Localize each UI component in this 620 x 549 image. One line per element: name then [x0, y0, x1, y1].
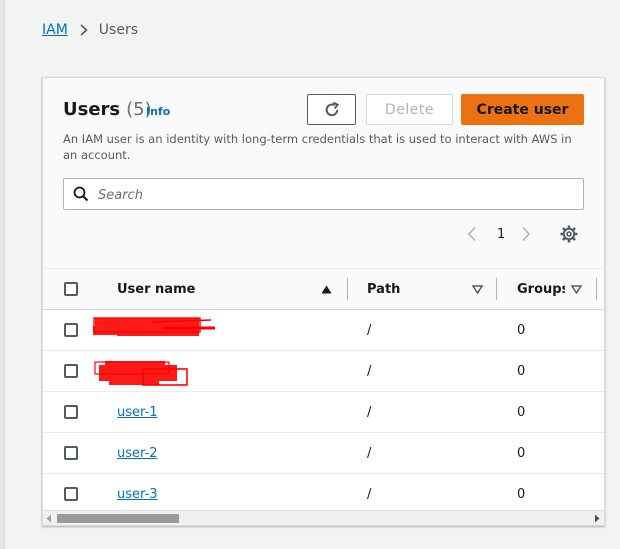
- chevron-right-icon: [522, 226, 531, 242]
- previous-page-button[interactable]: [467, 223, 477, 245]
- page-title-text: Users: [63, 99, 121, 120]
- groups-cell: 0: [517, 404, 526, 420]
- column-divider[interactable]: [347, 278, 348, 300]
- groups-cell: 0: [517, 363, 526, 379]
- sort-ascending-icon[interactable]: [321, 285, 332, 294]
- column-header-path[interactable]: Path: [367, 269, 400, 309]
- breadcrumb: IAM Users: [42, 22, 138, 38]
- next-page-button[interactable]: [521, 223, 531, 245]
- panel-description: An IAM user is an identity with long-ter…: [63, 132, 572, 162]
- sort-caret-down-icon[interactable]: [571, 285, 582, 294]
- delete-button[interactable]: Delete: [366, 94, 453, 125]
- table-body: / 0 / 0 user-1 / 0 user-2 / 0 user-3 / 0: [43, 310, 604, 515]
- panel-header: Users (5) Info Delete Create user An IAM …: [43, 78, 604, 268]
- select-all-checkbox[interactable]: [64, 282, 78, 296]
- user-name-link[interactable]: user-2: [117, 446, 158, 461]
- row-checkbox[interactable]: [64, 364, 78, 378]
- page-title: Users (5): [63, 99, 152, 120]
- users-panel: Users (5) Info Delete Create user An IAM …: [42, 77, 605, 526]
- path-cell: /: [367, 486, 372, 502]
- column-header-groups[interactable]: Groups: [517, 269, 565, 309]
- table-row[interactable]: user-3 / 0: [43, 474, 604, 515]
- chevron-left-icon: [467, 226, 476, 242]
- column-header-path-label: Path: [367, 281, 401, 297]
- groups-cell: 0: [517, 486, 526, 502]
- table-row[interactable]: user-1 / 0: [43, 392, 604, 433]
- user-name-link[interactable]: user-3: [117, 487, 158, 502]
- column-divider[interactable]: [496, 278, 497, 300]
- row-checkbox[interactable]: [64, 405, 78, 419]
- search-box[interactable]: [63, 178, 584, 210]
- groups-cell: 0: [517, 322, 526, 338]
- path-cell: /: [367, 322, 372, 338]
- table-row[interactable]: / 0: [43, 310, 604, 351]
- path-cell: /: [367, 445, 372, 461]
- search-icon: [73, 186, 89, 202]
- redacted-user-name: [93, 317, 215, 336]
- row-checkbox[interactable]: [64, 487, 78, 501]
- scrollbar-thumb[interactable]: [57, 514, 179, 523]
- left-edge-strip: [0, 0, 5, 549]
- table-header: User name Path Groups: [43, 268, 604, 310]
- table-row[interactable]: / 0: [43, 351, 604, 392]
- column-header-user-name-label: User name: [117, 281, 196, 297]
- create-user-button[interactable]: Create user: [461, 94, 584, 125]
- path-cell: /: [367, 404, 372, 420]
- row-checkbox[interactable]: [64, 446, 78, 460]
- users-table: User name Path Groups / 0 / 0 user-1 / 0…: [43, 268, 604, 515]
- current-page-number[interactable]: 1: [497, 223, 505, 245]
- redacted-user-name: [94, 361, 188, 386]
- breadcrumb-iam-link[interactable]: IAM: [42, 22, 68, 38]
- column-divider[interactable]: [596, 278, 597, 300]
- sort-caret-down-icon[interactable]: [472, 285, 483, 294]
- groups-cell: 0: [517, 445, 526, 461]
- horizontal-scrollbar[interactable]: [43, 510, 604, 525]
- search-input[interactable]: [96, 183, 580, 207]
- info-link[interactable]: Info: [146, 105, 170, 118]
- table-row[interactable]: user-2 / 0: [43, 433, 604, 474]
- column-header-groups-label: Groups: [517, 281, 565, 297]
- refresh-button[interactable]: [307, 94, 356, 125]
- refresh-icon: [325, 101, 339, 116]
- chevron-right-icon: [80, 24, 88, 36]
- user-name-link[interactable]: user-1: [117, 405, 158, 420]
- path-cell: /: [367, 363, 372, 379]
- scroll-right-arrow-icon[interactable]: [593, 514, 601, 523]
- table-preferences-button[interactable]: [559, 224, 579, 248]
- gear-icon: [560, 225, 578, 243]
- row-checkbox[interactable]: [64, 323, 78, 337]
- breadcrumb-current: Users: [98, 22, 139, 38]
- column-header-user-name[interactable]: User name: [117, 269, 195, 309]
- scroll-left-arrow-icon[interactable]: [45, 514, 53, 523]
